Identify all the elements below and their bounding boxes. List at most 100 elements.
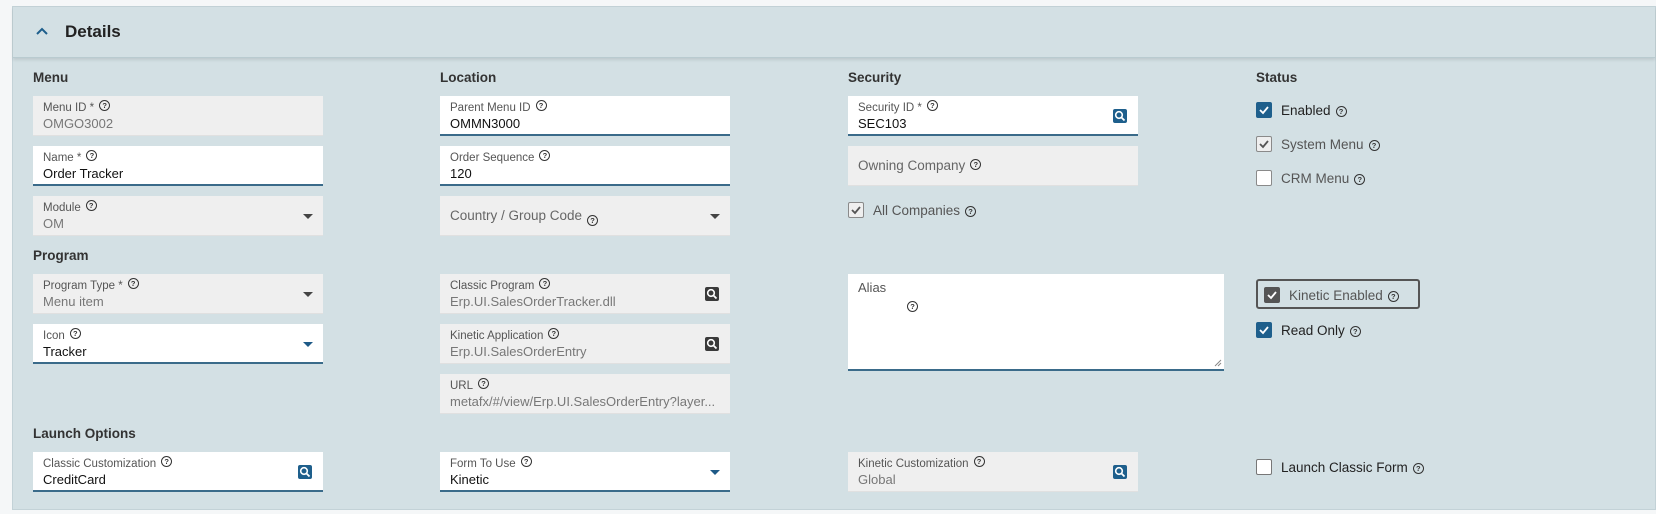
help-icon[interactable]: ? [86, 150, 98, 162]
crm-menu-label: CRM Menu [1281, 170, 1350, 186]
launch-classic-form-label: Launch Classic Form [1281, 459, 1408, 475]
help-icon[interactable]: ? [69, 328, 81, 340]
details-panel-header[interactable]: Details [13, 7, 1655, 58]
help-icon[interactable]: ? [548, 328, 560, 340]
enabled-label: Enabled [1281, 102, 1331, 118]
kinetic-application-field[interactable]: Kinetic Application? Erp.UI.SalesOrderEn… [440, 324, 730, 364]
name-label: Name * [43, 152, 82, 164]
classic-customization-field[interactable]: Classic Customization? CreditCard [33, 452, 323, 492]
country-group-code-dropdown[interactable]: Country / Group Code? [440, 196, 730, 236]
help-icon[interactable]: ? [520, 456, 532, 468]
program-type-dropdown[interactable]: Program Type *? Menu item [33, 274, 323, 314]
parent-menu-id-field[interactable]: Parent Menu ID? OMMN3000 [440, 96, 730, 136]
help-icon[interactable]: ? [970, 158, 982, 170]
classic-program-field[interactable]: Classic Program? Erp.UI.SalesOrderTracke… [440, 274, 730, 314]
order-sequence-value: 120 [450, 166, 472, 181]
crm-menu-box[interactable] [1256, 170, 1272, 186]
details-panel: Details [12, 6, 1656, 510]
classic-program-value: Erp.UI.SalesOrderTracker.dll [450, 294, 616, 309]
security-id-field[interactable]: Security ID *? SEC103 [848, 96, 1138, 136]
kinetic-enabled-checkbox[interactable]: Kinetic Enabled? [1264, 287, 1399, 303]
module-label: Module [43, 202, 81, 214]
enabled-box[interactable] [1256, 102, 1272, 118]
module-dropdown[interactable]: Module? OM [33, 196, 323, 236]
resize-handle-icon[interactable] [1214, 359, 1222, 367]
program-type-value: Menu item [43, 294, 104, 309]
owning-company-field[interactable]: Owning Company? [848, 146, 1138, 186]
help-icon[interactable]: ? [539, 278, 551, 290]
kinetic-customization-value: Global [858, 472, 896, 487]
help-icon[interactable]: ? [1387, 290, 1399, 302]
kinetic-enabled-box[interactable] [1264, 287, 1280, 303]
search-lookup-icon[interactable] [1112, 108, 1128, 124]
dropdown-arrow-icon[interactable] [710, 470, 720, 475]
dropdown-arrow-icon[interactable] [710, 214, 720, 219]
menu-id-field[interactable]: Menu ID *? OMGO3002 [33, 96, 323, 136]
section-menu: Menu [33, 70, 69, 85]
section-location: Location [440, 70, 497, 85]
help-icon[interactable]: ? [1335, 105, 1347, 117]
search-lookup-icon[interactable] [704, 336, 720, 352]
help-icon[interactable]: ? [1354, 173, 1366, 185]
parent-menu-id-value: OMMN3000 [450, 116, 521, 131]
kinetic-enabled-label: Kinetic Enabled [1289, 287, 1383, 303]
all-companies-checkbox[interactable]: All Companies? [848, 202, 977, 218]
all-companies-box[interactable] [848, 202, 864, 218]
order-sequence-label: Order Sequence [450, 152, 535, 164]
help-icon[interactable]: ? [85, 200, 97, 212]
help-icon[interactable]: ? [99, 100, 111, 112]
system-menu-box[interactable] [1256, 136, 1272, 152]
order-sequence-field[interactable]: Order Sequence? 120 [440, 146, 730, 186]
search-lookup-icon[interactable] [1112, 464, 1128, 480]
name-field[interactable]: Name *? Order Tracker [33, 146, 323, 186]
chevron-up-icon[interactable] [35, 26, 49, 36]
read-only-box[interactable] [1256, 322, 1272, 338]
checkmark-icon [1259, 326, 1269, 335]
launch-classic-form-box[interactable] [1256, 459, 1272, 475]
icon-dropdown[interactable]: Icon? Tracker [33, 324, 323, 364]
all-companies-label: All Companies [873, 202, 961, 218]
help-icon[interactable]: ? [965, 205, 977, 217]
dropdown-arrow-icon[interactable] [303, 342, 313, 347]
menu-id-label: Menu ID * [43, 102, 95, 114]
help-icon[interactable]: ? [1412, 462, 1424, 474]
security-id-value: SEC103 [858, 116, 907, 131]
form-to-use-dropdown[interactable]: Form To Use? Kinetic [440, 452, 730, 492]
help-icon[interactable]: ? [973, 456, 985, 468]
dropdown-arrow-icon[interactable] [303, 292, 313, 297]
kinetic-customization-field[interactable]: Kinetic Customization? Global [848, 452, 1138, 492]
help-icon[interactable]: ? [161, 456, 173, 468]
section-security: Security [848, 70, 902, 85]
kinetic-customization-label: Kinetic Customization [858, 458, 969, 470]
icon-label: Icon [43, 330, 65, 342]
crm-menu-checkbox[interactable]: CRM Menu? [1256, 170, 1366, 186]
checkmark-icon [851, 206, 861, 215]
security-id-label: Security ID * [858, 102, 922, 114]
menu-id-value: OMGO3002 [43, 116, 114, 131]
parent-menu-id-label: Parent Menu ID [450, 102, 531, 114]
help-icon[interactable]: ? [926, 100, 938, 112]
system-menu-checkbox[interactable]: System Menu? [1256, 136, 1380, 152]
program-type-label: Program Type * [43, 280, 123, 292]
help-icon[interactable]: ? [587, 214, 599, 226]
read-only-checkbox[interactable]: Read Only? [1256, 322, 1361, 338]
enabled-checkbox[interactable]: Enabled? [1256, 102, 1347, 118]
help-icon[interactable]: ? [907, 301, 918, 312]
read-only-label: Read Only [1281, 322, 1345, 338]
help-icon[interactable]: ? [478, 378, 490, 390]
url-field[interactable]: URL? metafx/#/view/Erp.UI.SalesOrderEntr… [440, 374, 730, 414]
help-icon[interactable]: ? [535, 100, 547, 112]
launch-classic-form-checkbox[interactable]: Launch Classic Form? [1256, 459, 1424, 475]
help-icon[interactable]: ? [1349, 325, 1361, 337]
help-icon[interactable]: ? [127, 278, 139, 290]
help-icon[interactable]: ? [539, 150, 551, 162]
search-lookup-icon[interactable] [704, 286, 720, 302]
alias-textarea[interactable]: Alias ? [848, 274, 1224, 371]
help-icon[interactable]: ? [1368, 139, 1380, 151]
icon-value: Tracker [43, 344, 87, 359]
name-value: Order Tracker [43, 166, 124, 181]
search-lookup-icon[interactable] [297, 464, 313, 480]
form-to-use-value: Kinetic [450, 472, 490, 487]
dropdown-arrow-icon[interactable] [303, 214, 313, 219]
kinetic-application-value: Erp.UI.SalesOrderEntry [450, 344, 587, 359]
